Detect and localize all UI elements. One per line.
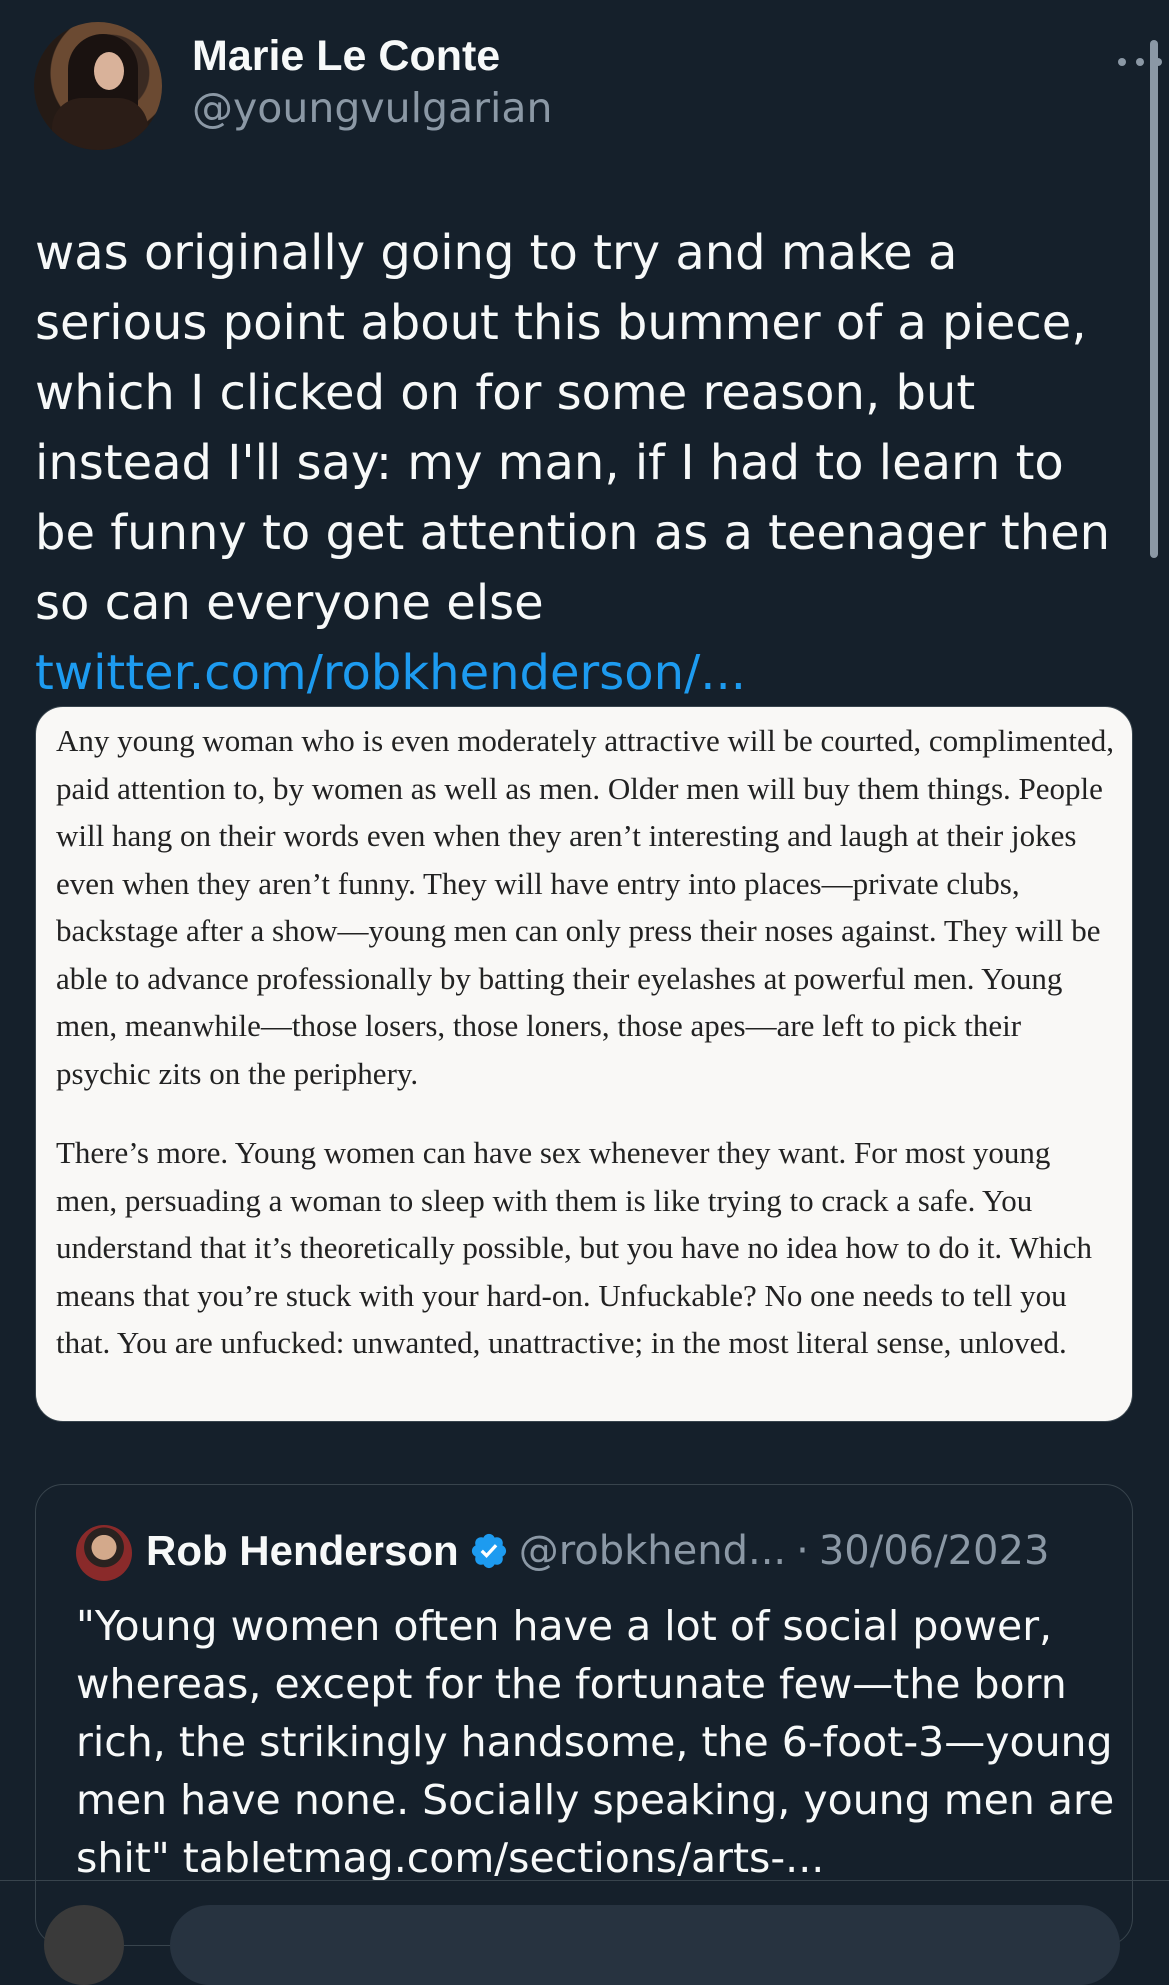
author-handle[interactable]: @youngvulgarian — [192, 84, 553, 132]
tweet-text: was originally going to try and make a s… — [35, 218, 1115, 708]
current-user-avatar — [44, 1905, 124, 1985]
verified-badge-icon — [469, 1531, 509, 1571]
tweet-link[interactable]: twitter.com/robkhenderson/... — [35, 645, 746, 701]
more-options-icon[interactable] — [1118, 52, 1162, 72]
author-avatar[interactable] — [34, 22, 162, 150]
tweet-body: was originally going to try and make a s… — [35, 225, 1111, 631]
author-display-name[interactable]: Marie Le Conte — [192, 32, 500, 81]
quoted-author-handle: @robkhend... — [518, 1528, 787, 1574]
tweet-header: Marie Le Conte @youngvulgarian — [34, 22, 1162, 150]
quoted-tweet-text: "Young women often have a lot of social … — [76, 1602, 1115, 1882]
reply-input[interactable] — [170, 1905, 1120, 1985]
bottom-divider — [0, 1880, 1169, 1881]
quoted-author-avatar — [76, 1525, 132, 1581]
scrollbar[interactable] — [1150, 40, 1158, 558]
quoted-separator: · — [796, 1528, 809, 1574]
quoted-author-name: Rob Henderson — [146, 1527, 459, 1574]
image-paragraph-2: There’s more. Young women can have sex w… — [56, 1135, 1093, 1360]
attached-image[interactable]: Any young woman who is even moderately a… — [35, 706, 1133, 1422]
quoted-tweet-meta: Rob Henderson @robkhend... · 30/06/2023 — [146, 1527, 1049, 1575]
quoted-tweet[interactable]: Rob Henderson @robkhend... · 30/06/2023 … — [35, 1484, 1133, 1946]
image-paragraph-1: Any young woman who is even moderately a… — [56, 723, 1115, 1091]
quoted-date: 30/06/2023 — [818, 1528, 1050, 1574]
